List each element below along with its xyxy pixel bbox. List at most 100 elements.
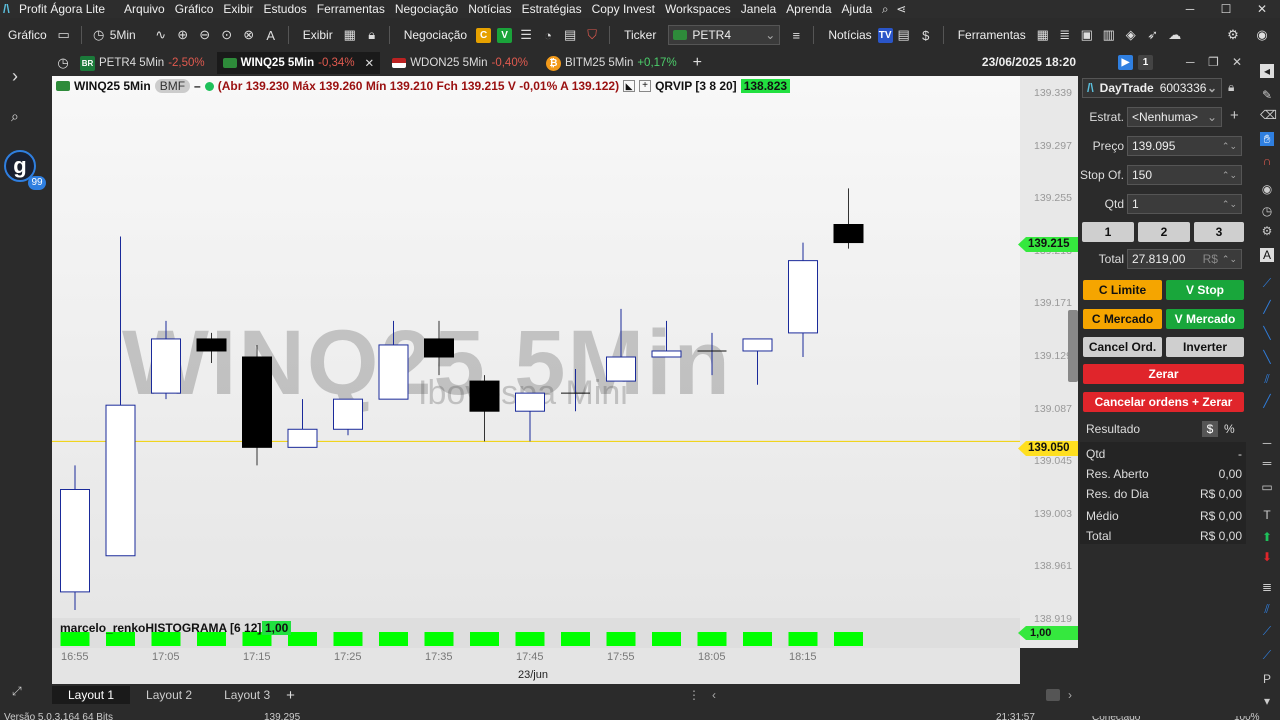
layout-tab-1[interactable]: Layout 1 xyxy=(52,686,131,704)
pitchfork-icon[interactable]: ⟋ xyxy=(1260,624,1274,638)
account-select[interactable]: /\ DayTrade 6003336 ⌄ xyxy=(1082,78,1222,98)
list-icon[interactable]: ≡ xyxy=(786,26,806,44)
lock-icon[interactable]: 🔒︎ xyxy=(362,26,382,44)
arrow-tool-icon[interactable]: ╲ xyxy=(1260,350,1274,364)
levels-icon[interactable]: ≣ xyxy=(1260,580,1274,594)
text-tool-icon[interactable]: T xyxy=(1260,508,1274,522)
layout-tab-2[interactable]: Layout 2 xyxy=(130,688,208,702)
stop-offset-input[interactable]: 150 ⌃⌄ xyxy=(1127,165,1242,185)
qty-3-button[interactable]: 3 xyxy=(1194,222,1244,242)
search-icon[interactable]: ⌕ xyxy=(11,108,19,125)
close-tab-icon[interactable]: ✕ xyxy=(365,56,375,70)
chart-type-icon[interactable]: ▭ xyxy=(54,26,74,44)
candle-body[interactable] xyxy=(60,489,90,593)
price-input[interactable]: 139.095 ⌃⌄ xyxy=(1127,136,1242,156)
search-icon[interactable]: ⌕ xyxy=(877,2,893,17)
zoom-in-icon[interactable]: ⊕ xyxy=(173,26,193,44)
add-study-icon[interactable]: + xyxy=(639,80,652,92)
candle-body[interactable] xyxy=(287,428,318,448)
candle-body[interactable] xyxy=(242,356,272,448)
ray-tool-icon[interactable]: ╲ xyxy=(1260,326,1274,340)
up-arrow-icon[interactable]: ⬆ xyxy=(1260,530,1274,544)
restore-panel-icon[interactable]: ❐ xyxy=(1208,55,1219,69)
tab-petr4[interactable]: BR PETR4 5Min -2,50% xyxy=(74,52,211,74)
candle-body[interactable] xyxy=(469,380,500,412)
cancel-and-zero-button[interactable]: Cancelar ordens + Zerar xyxy=(1083,392,1244,412)
rocket-icon[interactable]: ➶ xyxy=(1143,26,1163,44)
candle-body[interactable] xyxy=(378,344,409,400)
news-icon[interactable]: ▤ xyxy=(894,26,914,44)
menu-grafico[interactable]: Gráfico xyxy=(170,2,219,16)
p-tool-icon[interactable]: P xyxy=(1260,672,1274,686)
collapse-icon[interactable]: ⤢ xyxy=(12,684,22,699)
eye-icon[interactable]: ◉ xyxy=(1260,182,1274,196)
calculator-icon[interactable]: ▣ xyxy=(1077,26,1097,44)
tool-list-icon[interactable]: ≣ xyxy=(1055,26,1075,44)
pie-chart-icon[interactable]: ◔ xyxy=(538,26,558,44)
magnet-icon[interactable]: ⊗ xyxy=(239,26,259,44)
text-icon[interactable]: A xyxy=(1260,248,1274,262)
down-arrow-icon[interactable]: ⬇ xyxy=(1260,550,1274,564)
candle-body[interactable] xyxy=(833,224,864,244)
buy-button[interactable]: C xyxy=(476,27,492,43)
close-panel-icon[interactable]: ✕ xyxy=(1232,55,1242,69)
tv-icon[interactable]: TV xyxy=(877,27,893,43)
grid-icon[interactable]: ▦ xyxy=(340,26,360,44)
add-layout-icon[interactable]: + xyxy=(286,687,295,704)
spinner-icon[interactable]: ⌃⌄ xyxy=(1222,170,1237,181)
candle-body[interactable] xyxy=(424,338,454,358)
spinner-icon[interactable]: ⌃⌄ xyxy=(1222,199,1237,210)
tab-bitm25[interactable]: ₿ BITM25 5Min +0,17% xyxy=(540,52,683,74)
hand-icon[interactable]: ✋︎ xyxy=(1260,132,1274,146)
spinner-icon[interactable]: ⌃⌄ xyxy=(1222,141,1237,152)
menu-janela[interactable]: Janela xyxy=(736,2,781,16)
gann-icon[interactable]: ⫽ xyxy=(1260,602,1274,616)
fan-icon[interactable]: ⟋ xyxy=(1260,648,1274,662)
price-chart[interactable]: WINQ25 5Min Ibovespa Mini xyxy=(52,76,1020,618)
menu-estudos[interactable]: Estudos xyxy=(258,2,311,16)
qty-2-button[interactable]: 2 xyxy=(1138,222,1190,242)
scroll-right-icon[interactable]: › xyxy=(1068,688,1072,702)
settings-gear-icon[interactable]: ⚙ xyxy=(1223,26,1243,44)
menu-aprenda[interactable]: Aprenda xyxy=(781,2,836,16)
candle-body[interactable] xyxy=(151,338,181,394)
tab-winq25[interactable]: WINQ25 5Min -0,34% ✕ xyxy=(216,52,381,74)
book-icon[interactable]: ▤ xyxy=(560,26,580,44)
menu-exibir[interactable]: Exibir xyxy=(218,2,258,16)
expand-arrow-icon[interactable]: › xyxy=(12,66,18,87)
candle-body[interactable] xyxy=(105,404,136,557)
scroll-thumb[interactable] xyxy=(1046,689,1060,701)
scroll-left-icon[interactable]: ‹ xyxy=(712,688,716,702)
c-limite-button[interactable]: C Limite xyxy=(1083,280,1162,300)
candle-body[interactable] xyxy=(606,356,636,382)
add-strategy-icon[interactable]: + xyxy=(1230,107,1239,124)
eraser-icon[interactable]: ⌫ xyxy=(1260,108,1277,122)
tool-grid-icon[interactable]: ▦ xyxy=(1033,26,1053,44)
more-icon[interactable]: ⋮ xyxy=(688,688,700,702)
candle-body[interactable] xyxy=(196,338,227,352)
zoom-reset-icon[interactable]: ⊙ xyxy=(217,26,237,44)
result-percent-toggle[interactable]: % xyxy=(1224,422,1235,436)
magnet-icon[interactable]: ∩ xyxy=(1260,154,1274,168)
zerar-button[interactable]: Zerar xyxy=(1083,364,1244,384)
tab-wdon25[interactable]: WDON25 5Min -0,40% xyxy=(386,52,534,74)
maximize-icon[interactable]: ☐ xyxy=(1208,0,1244,18)
qty-input[interactable]: 1 ⌃⌄ xyxy=(1127,194,1242,214)
settings-icon[interactable]: ⚙ xyxy=(1260,224,1274,238)
ticker-select[interactable]: PETR4 ⌄ xyxy=(668,25,781,45)
candle-body[interactable] xyxy=(651,350,682,358)
invert-button[interactable]: Inverter xyxy=(1166,337,1244,357)
menu-workspaces[interactable]: Workspaces xyxy=(660,2,736,16)
order-list-icon[interactable]: ☰ xyxy=(516,26,536,44)
menu-estrategias[interactable]: Estratégias xyxy=(517,2,587,16)
hline-tool-icon[interactable]: ─ xyxy=(1260,436,1274,450)
layout-tab-3[interactable]: Layout 3 xyxy=(208,688,286,702)
browser-icon[interactable]: ◈ xyxy=(1121,26,1141,44)
candle-body[interactable] xyxy=(742,338,773,352)
v-mercado-button[interactable]: V Mercado xyxy=(1166,309,1244,329)
menu-negociacao[interactable]: Negociação xyxy=(390,2,463,16)
candle-body[interactable] xyxy=(788,260,818,334)
shield-icon[interactable]: ⛉ xyxy=(582,26,602,44)
add-tab-icon[interactable]: + xyxy=(693,54,702,72)
draw-line-icon[interactable]: ∿ xyxy=(151,26,171,44)
